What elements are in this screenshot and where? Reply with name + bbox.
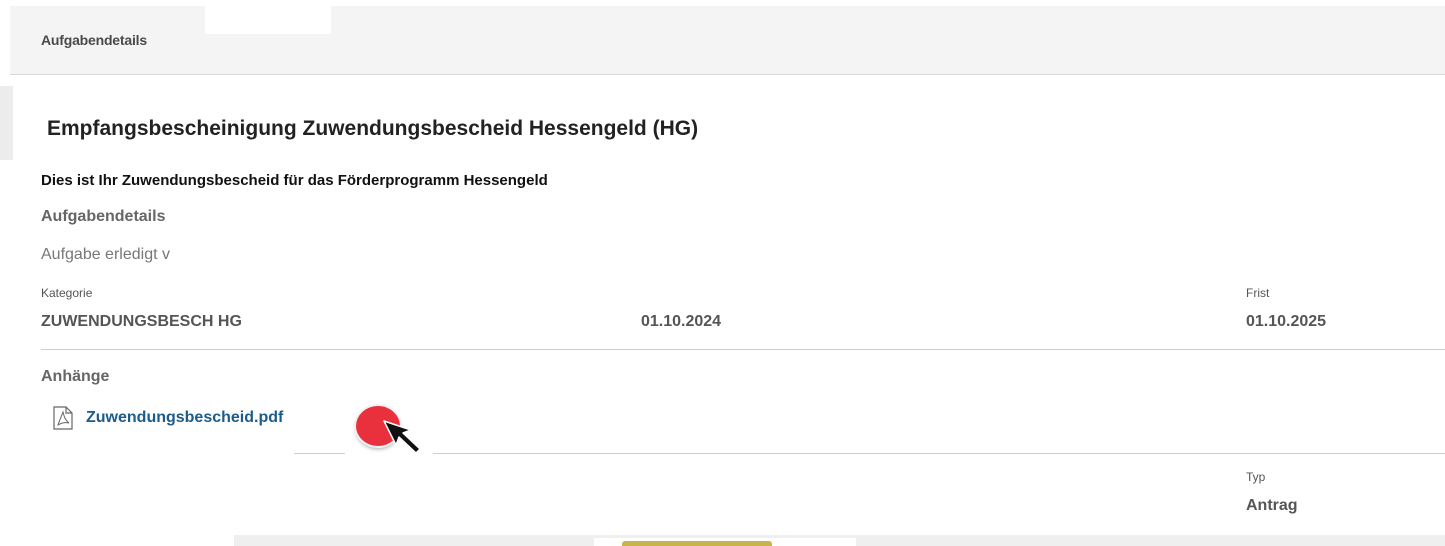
pdf-icon	[52, 406, 74, 430]
task-status: Aufgabe erledigt v	[41, 246, 170, 263]
category-label: Kategorie	[41, 286, 93, 300]
type-label: Typ	[1246, 470, 1266, 484]
left-edge-strip	[0, 86, 13, 160]
details-heading: Aufgabendetails	[41, 208, 166, 225]
header-title: Aufgabendetails	[41, 32, 147, 48]
task-title: Empfangsbescheinigung Zuwendungsbescheid…	[47, 117, 699, 140]
deadline-label: Frist	[1246, 286, 1270, 300]
attachment-item[interactable]: Zuwendungsbescheid.pdf	[52, 406, 283, 430]
attachment-link[interactable]: Zuwendungsbescheid.pdf	[86, 409, 283, 427]
attachment-divider-right	[433, 453, 1445, 454]
type-value: Antrag	[1246, 497, 1298, 514]
attachments-heading: Anhänge	[41, 368, 110, 385]
task-description: Dies ist Ihr Zuwendungsbescheid für das …	[41, 172, 548, 189]
footer-button-edge[interactable]	[622, 541, 772, 546]
category-value: ZUWENDUNGSBESCH HG	[41, 313, 242, 330]
header-tab-gap	[205, 6, 331, 34]
deadline-value: 01.10.2025	[1246, 313, 1327, 330]
attachment-divider-left	[294, 453, 345, 454]
date-value: 01.10.2024	[641, 313, 722, 330]
fields-divider	[41, 349, 1445, 350]
mouse-cursor-icon	[383, 420, 421, 454]
